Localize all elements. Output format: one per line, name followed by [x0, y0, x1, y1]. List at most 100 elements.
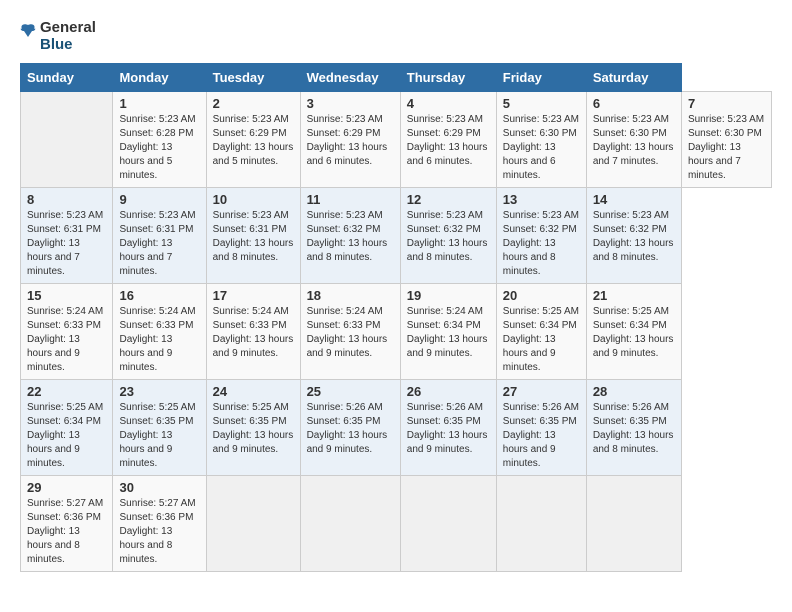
calendar-cell: 14 Sunrise: 5:23 AMSunset: 6:32 PMDayligh… [586, 188, 681, 284]
day-number: 1 [119, 96, 199, 111]
calendar-cell: 21 Sunrise: 5:25 AMSunset: 6:34 PMDayligh… [586, 284, 681, 380]
calendar-cell: 24 Sunrise: 5:25 AMSunset: 6:35 PMDayligh… [206, 380, 300, 476]
day-info: Sunrise: 5:23 AMSunset: 6:31 PMDaylight:… [119, 209, 199, 279]
day-info: Sunrise: 5:26 AMSunset: 6:35 PMDaylight:… [503, 401, 580, 471]
calendar-cell [586, 476, 681, 572]
calendar-cell: 18 Sunrise: 5:24 AMSunset: 6:33 PMDayligh… [300, 284, 400, 380]
day-number: 18 [307, 288, 394, 303]
calendar-cell: 25 Sunrise: 5:26 AMSunset: 6:35 PMDayligh… [300, 380, 400, 476]
logo-bird-icon [20, 23, 36, 51]
day-number: 2 [213, 96, 294, 111]
week-row-4: 22Sunrise: 5:25 AMSunset: 6:34 PMDayligh… [21, 380, 772, 476]
calendar-cell: 30 Sunrise: 5:27 AMSunset: 6:36 PMDayligh… [113, 476, 206, 572]
day-info: Sunrise: 5:23 AMSunset: 6:29 PMDaylight:… [407, 113, 490, 169]
day-info: Sunrise: 5:27 AMSunset: 6:36 PMDaylight:… [119, 497, 199, 567]
calendar-cell: 26Sunrise: 5:26 AMSunset: 6:35 PMDayligh… [400, 380, 496, 476]
day-number: 5 [503, 96, 580, 111]
day-info: Sunrise: 5:23 AMSunset: 6:31 PMDaylight:… [27, 209, 106, 279]
weekday-header-monday: Monday [113, 64, 206, 92]
day-info: Sunrise: 5:24 AMSunset: 6:34 PMDaylight:… [407, 305, 490, 361]
day-number: 25 [307, 384, 394, 399]
weekday-header-tuesday: Tuesday [206, 64, 300, 92]
day-info: Sunrise: 5:25 AMSunset: 6:34 PMDaylight:… [27, 401, 106, 471]
day-number: 10 [213, 192, 294, 207]
calendar-cell: 2 Sunrise: 5:23 AMSunset: 6:29 PMDaylight… [206, 92, 300, 188]
calendar-cell: 23Sunrise: 5:25 AMSunset: 6:35 PMDayligh… [113, 380, 206, 476]
day-info: Sunrise: 5:23 AMSunset: 6:31 PMDaylight:… [213, 209, 294, 265]
day-number: 19 [407, 288, 490, 303]
calendar-cell: 3Sunrise: 5:23 AMSunset: 6:29 PMDaylight… [300, 92, 400, 188]
day-info: Sunrise: 5:25 AMSunset: 6:34 PMDaylight:… [593, 305, 675, 361]
header: General Blue [20, 20, 772, 53]
day-number: 30 [119, 480, 199, 495]
logo-container: General Blue [20, 20, 96, 53]
day-info: Sunrise: 5:23 AMSunset: 6:30 PMDaylight:… [688, 113, 765, 183]
day-number: 28 [593, 384, 675, 399]
calendar-cell [21, 92, 113, 188]
calendar-cell: 9 Sunrise: 5:23 AMSunset: 6:31 PMDaylight… [113, 188, 206, 284]
week-row-3: 15 Sunrise: 5:24 AMSunset: 6:33 PMDayligh… [21, 284, 772, 380]
day-info: Sunrise: 5:23 AMSunset: 6:30 PMDaylight:… [503, 113, 580, 183]
logo: General Blue [20, 20, 96, 53]
weekday-header-wednesday: Wednesday [300, 64, 400, 92]
calendar-cell: 8 Sunrise: 5:23 AMSunset: 6:31 PMDaylight… [21, 188, 113, 284]
calendar-cell: 28Sunrise: 5:26 AMSunset: 6:35 PMDayligh… [586, 380, 681, 476]
calendar-cell: 27 Sunrise: 5:26 AMSunset: 6:35 PMDayligh… [496, 380, 586, 476]
weekday-header-thursday: Thursday [400, 64, 496, 92]
day-info: Sunrise: 5:23 AMSunset: 6:32 PMDaylight:… [307, 209, 394, 265]
logo-text: General Blue [40, 20, 96, 53]
calendar-cell [496, 476, 586, 572]
day-number: 20 [503, 288, 580, 303]
calendar-cell: 7 Sunrise: 5:23 AMSunset: 6:30 PMDaylight… [681, 92, 771, 188]
day-info: Sunrise: 5:25 AMSunset: 6:35 PMDaylight:… [213, 401, 294, 457]
week-row-2: 8 Sunrise: 5:23 AMSunset: 6:31 PMDaylight… [21, 188, 772, 284]
day-number: 17 [213, 288, 294, 303]
day-number: 12 [407, 192, 490, 207]
day-number: 4 [407, 96, 490, 111]
day-info: Sunrise: 5:24 AMSunset: 6:33 PMDaylight:… [27, 305, 106, 375]
day-info: Sunrise: 5:26 AMSunset: 6:35 PMDaylight:… [307, 401, 394, 457]
day-info: Sunrise: 5:23 AMSunset: 6:29 PMDaylight:… [213, 113, 294, 169]
calendar-cell: 10 Sunrise: 5:23 AMSunset: 6:31 PMDayligh… [206, 188, 300, 284]
day-number: 21 [593, 288, 675, 303]
day-number: 8 [27, 192, 106, 207]
calendar-cell: 16Sunrise: 5:24 AMSunset: 6:33 PMDayligh… [113, 284, 206, 380]
calendar-cell [206, 476, 300, 572]
day-info: Sunrise: 5:23 AMSunset: 6:28 PMDaylight:… [119, 113, 199, 183]
day-info: Sunrise: 5:26 AMSunset: 6:35 PMDaylight:… [407, 401, 490, 457]
weekday-header-saturday: Saturday [586, 64, 681, 92]
calendar-cell: 29 Sunrise: 5:27 AMSunset: 6:36 PMDayligh… [21, 476, 113, 572]
calendar-cell: 20 Sunrise: 5:25 AMSunset: 6:34 PMDayligh… [496, 284, 586, 380]
day-number: 3 [307, 96, 394, 111]
weekday-header-row: SundayMondayTuesdayWednesdayThursdayFrid… [21, 64, 772, 92]
day-number: 13 [503, 192, 580, 207]
day-info: Sunrise: 5:24 AMSunset: 6:33 PMDaylight:… [307, 305, 394, 361]
calendar-cell: 19 Sunrise: 5:24 AMSunset: 6:34 PMDayligh… [400, 284, 496, 380]
calendar-cell: 17 Sunrise: 5:24 AMSunset: 6:33 PMDayligh… [206, 284, 300, 380]
day-info: Sunrise: 5:25 AMSunset: 6:34 PMDaylight:… [503, 305, 580, 375]
calendar-cell [300, 476, 400, 572]
day-info: Sunrise: 5:23 AMSunset: 6:32 PMDaylight:… [593, 209, 675, 265]
day-number: 14 [593, 192, 675, 207]
day-info: Sunrise: 5:23 AMSunset: 6:32 PMDaylight:… [407, 209, 490, 265]
day-number: 9 [119, 192, 199, 207]
day-info: Sunrise: 5:24 AMSunset: 6:33 PMDaylight:… [213, 305, 294, 361]
calendar-cell: 1 Sunrise: 5:23 AMSunset: 6:28 PMDaylight… [113, 92, 206, 188]
day-number: 27 [503, 384, 580, 399]
day-info: Sunrise: 5:23 AMSunset: 6:30 PMDaylight:… [593, 113, 675, 169]
weekday-header-sunday: Sunday [21, 64, 113, 92]
day-number: 15 [27, 288, 106, 303]
calendar-cell: 11Sunrise: 5:23 AMSunset: 6:32 PMDayligh… [300, 188, 400, 284]
calendar-cell: 22Sunrise: 5:25 AMSunset: 6:34 PMDayligh… [21, 380, 113, 476]
day-info: Sunrise: 5:27 AMSunset: 6:36 PMDaylight:… [27, 497, 106, 567]
day-number: 24 [213, 384, 294, 399]
calendar-cell: 12 Sunrise: 5:23 AMSunset: 6:32 PMDayligh… [400, 188, 496, 284]
day-number: 7 [688, 96, 765, 111]
day-info: Sunrise: 5:23 AMSunset: 6:32 PMDaylight:… [503, 209, 580, 279]
day-number: 29 [27, 480, 106, 495]
week-row-1: 1 Sunrise: 5:23 AMSunset: 6:28 PMDaylight… [21, 92, 772, 188]
day-number: 16 [119, 288, 199, 303]
weekday-header-friday: Friday [496, 64, 586, 92]
calendar-cell: 15 Sunrise: 5:24 AMSunset: 6:33 PMDayligh… [21, 284, 113, 380]
calendar-cell [400, 476, 496, 572]
